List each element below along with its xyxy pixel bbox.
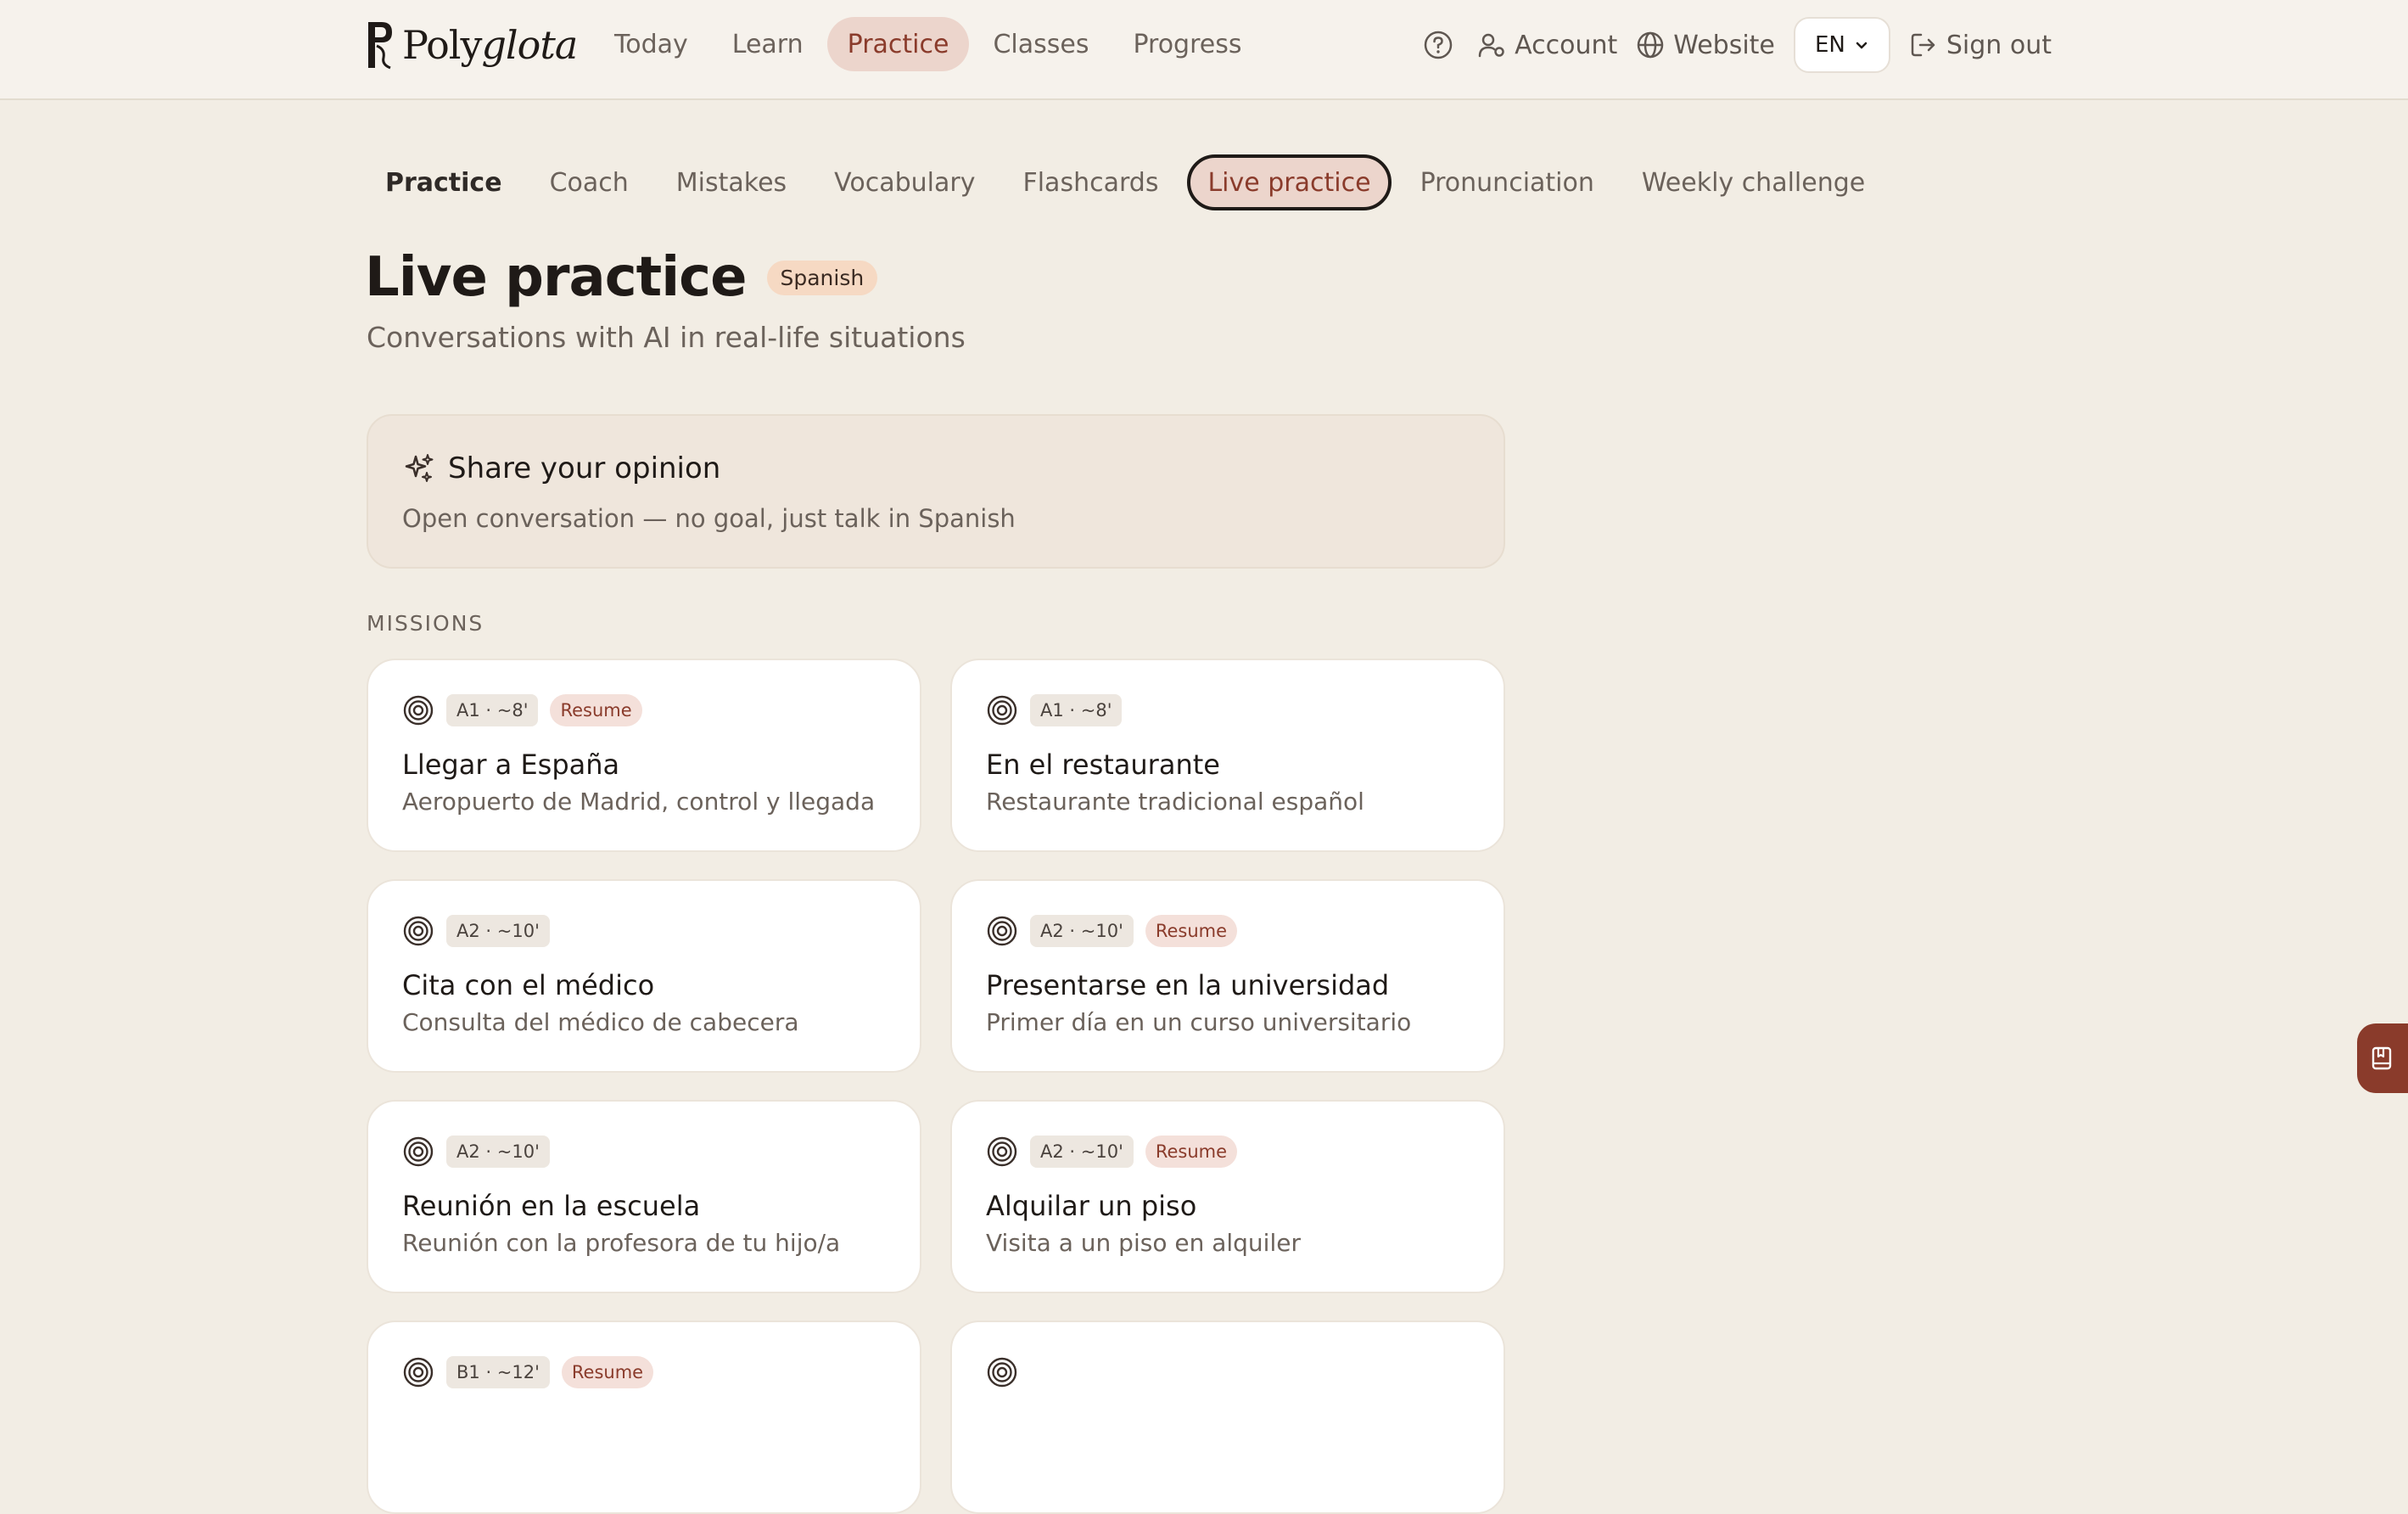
tab-live-practice[interactable]: Live practice <box>1187 154 1392 210</box>
question-circle-icon <box>1424 31 1453 59</box>
tab-weekly-challenge[interactable]: Weekly challenge <box>1623 154 1884 210</box>
mission-meta <box>986 1356 1030 1388</box>
target-icon <box>403 916 434 946</box>
mission-meta: A2 · ~10' Resume <box>986 915 1238 947</box>
mission-title: En el restaurante <box>986 749 1220 781</box>
mission-description: Reunión con la profesora de tu hijo/a <box>402 1229 841 1257</box>
target-icon <box>403 1357 434 1388</box>
tab-coach[interactable]: Coach <box>531 154 647 210</box>
target-icon <box>987 1357 1017 1388</box>
website-button[interactable]: Website <box>1636 31 1775 60</box>
resume-badge: Resume <box>1145 915 1238 947</box>
help-button[interactable] <box>1423 30 1453 60</box>
tab-mistakes[interactable]: Mistakes <box>658 154 805 210</box>
mission-title: Cita con el médico <box>402 969 655 1001</box>
resume-badge: Resume <box>1145 1136 1238 1168</box>
mission-card[interactable]: A1 · ~8' Resume Llegar a España Aeropuerto … <box>367 659 921 852</box>
opinion-title-row: Share your opinion <box>402 451 720 485</box>
target-icon <box>987 916 1017 946</box>
mission-meta: A1 · ~8' <box>986 694 1123 726</box>
tab-practice[interactable]: Practice <box>367 154 521 210</box>
tab-flashcards[interactable]: Flashcards <box>1004 154 1177 210</box>
mission-card[interactable]: A2 · ~10' Reunión en la escuela Reunión co… <box>367 1100 921 1293</box>
mission-level-chip: A2 · ~10' <box>1030 915 1134 947</box>
mission-card[interactable]: A1 · ~8' En el restaurante Restaurante tra… <box>950 659 1505 852</box>
missions-section-label: MISSIONS <box>367 611 484 636</box>
target-icon <box>987 1136 1017 1167</box>
sign-out-button[interactable]: Sign out <box>1909 31 2052 60</box>
opinion-title: Share your opinion <box>448 451 721 485</box>
page-subtitle: Conversations with AI in real-life situa… <box>367 321 966 354</box>
mission-card[interactable] <box>950 1321 1505 1514</box>
mission-level-chip: A1 · ~8' <box>446 694 539 726</box>
user-settings-icon <box>1478 33 1504 58</box>
nav-progress[interactable]: Progress <box>1112 17 1262 71</box>
tab-vocabulary[interactable]: Vocabulary <box>815 154 994 210</box>
resume-badge: Resume <box>550 694 642 726</box>
resume-badge: Resume <box>561 1356 654 1388</box>
target-icon <box>403 695 434 726</box>
sparkles-icon <box>405 454 434 482</box>
open-conversation-card[interactable]: Share your opinion Open conversation — n… <box>367 414 1505 569</box>
website-label: Website <box>1673 30 1775 60</box>
logo-icon <box>368 22 392 70</box>
mission-title: Reunión en la escuela <box>402 1190 701 1222</box>
mission-meta: A2 · ~10' <box>402 915 550 947</box>
mission-level-chip: B1 · ~12' <box>446 1356 550 1388</box>
practice-subnav: Practice Coach Mistakes Vocabulary Flash… <box>367 154 1894 210</box>
target-icon <box>403 1136 434 1167</box>
bookmark-book-icon <box>2372 1046 2392 1070</box>
nav-learn[interactable]: Learn <box>712 17 824 71</box>
nav-classes[interactable]: Classes <box>972 17 1109 71</box>
target-icon <box>987 695 1017 726</box>
opinion-description: Open conversation — no goal, just talk i… <box>402 504 1016 533</box>
page-title: Live practice <box>365 246 747 309</box>
mission-card[interactable]: A2 · ~10' Resume Alquilar un piso Visita a … <box>950 1100 1505 1293</box>
page-title-row: Live practice Spanish <box>365 246 878 309</box>
tab-pronunciation[interactable]: Pronunciation <box>1402 154 1613 210</box>
mission-description: Primer día en un curso universitario <box>986 1008 1412 1036</box>
globe-icon <box>1638 31 1664 59</box>
mission-description: Visita a un piso en alquiler <box>986 1229 1301 1257</box>
mission-level-chip: A2 · ~10' <box>446 1136 550 1168</box>
language-value: EN <box>1814 32 1845 58</box>
mission-level-chip: A2 · ~10' <box>1030 1136 1134 1168</box>
sign-out-label: Sign out <box>1946 30 2052 60</box>
mission-card[interactable]: B1 · ~12' Resume <box>367 1321 921 1514</box>
chevron-down-icon <box>1856 42 1868 49</box>
mission-level-chip: A1 · ~8' <box>1030 694 1123 726</box>
brand-logo[interactable]: Polyglota <box>365 15 578 75</box>
mission-description: Consulta del médico de cabecera <box>402 1008 799 1036</box>
mission-meta: A2 · ~10' Resume <box>986 1136 1238 1168</box>
mission-meta: A2 · ~10' <box>402 1136 550 1168</box>
language-badge: Spanish <box>766 260 878 295</box>
mission-description: Aeropuerto de Madrid, control y llegada <box>402 788 876 816</box>
sign-out-icon <box>1911 33 1935 57</box>
mission-card[interactable]: A2 · ~10' Resume Presentarse en la univers… <box>950 879 1505 1073</box>
mission-title: Alquilar un piso <box>986 1190 1197 1222</box>
account-button[interactable]: Account <box>1477 31 1617 60</box>
mission-description: Restaurante tradicional español <box>986 788 1364 816</box>
mission-title: Presentarse en la universidad <box>986 969 1390 1001</box>
floating-notebook-tab[interactable] <box>2357 1023 2408 1093</box>
top-bar: Polyglota Today Learn Practice Classes P… <box>0 0 2408 100</box>
account-label: Account <box>1515 30 1618 60</box>
main-nav: Today Learn Practice Classes Progress <box>594 17 1263 71</box>
mission-meta: A1 · ~8' Resume <box>402 694 642 726</box>
nav-practice[interactable]: Practice <box>826 17 970 71</box>
mission-title: Llegar a España <box>402 749 620 781</box>
brand-name: Polyglota <box>402 22 578 68</box>
nav-today[interactable]: Today <box>594 17 708 71</box>
mission-meta: B1 · ~12' Resume <box>402 1356 654 1388</box>
top-actions: Account Website EN Sign out <box>1423 17 2052 73</box>
mission-card[interactable]: A2 · ~10' Cita con el médico Consulta del … <box>367 879 921 1073</box>
mission-level-chip: A2 · ~10' <box>446 915 550 947</box>
language-select[interactable]: EN <box>1793 17 1890 73</box>
